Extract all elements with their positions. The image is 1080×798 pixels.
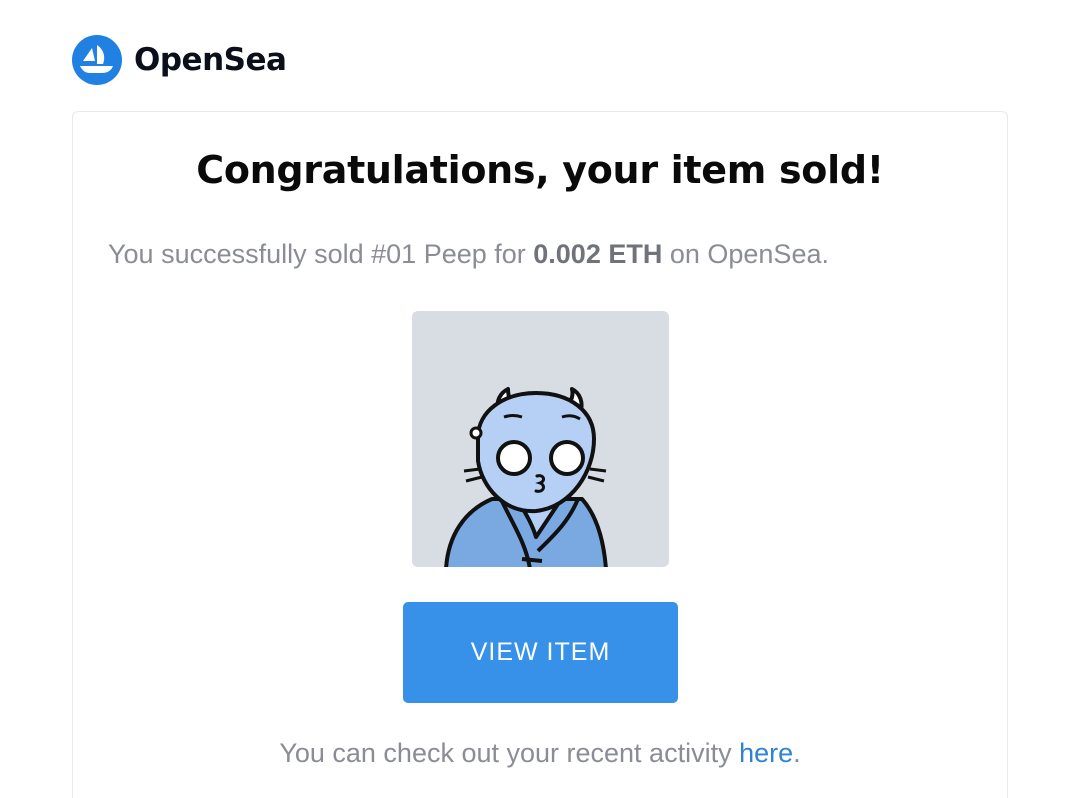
activity-suffix: . — [793, 738, 801, 768]
sale-price: 0.002 ETH — [533, 239, 663, 269]
sale-message-prefix: You successfully sold #01 Peep for — [108, 239, 534, 269]
peep-cartoon-character — [444, 387, 608, 567]
nft-image[interactable] — [412, 311, 669, 567]
sale-message: You successfully sold #01 Peep for 0.002… — [108, 239, 829, 270]
brand-header[interactable]: OpenSea — [72, 35, 287, 85]
brand-name: OpenSea — [134, 42, 287, 78]
activity-prefix: You can check out your recent activity — [279, 738, 740, 768]
sale-message-suffix: on OpenSea. — [662, 239, 829, 269]
view-item-button[interactable]: VIEW ITEM — [403, 602, 678, 703]
activity-link[interactable]: here — [739, 738, 793, 768]
activity-message: You can check out your recent activity h… — [0, 738, 1080, 769]
headline: Congratulations, your item sold! — [196, 148, 884, 192]
email-page: OpenSea Congratulations, your item sold!… — [0, 0, 1080, 798]
opensea-boat-icon — [72, 35, 122, 85]
